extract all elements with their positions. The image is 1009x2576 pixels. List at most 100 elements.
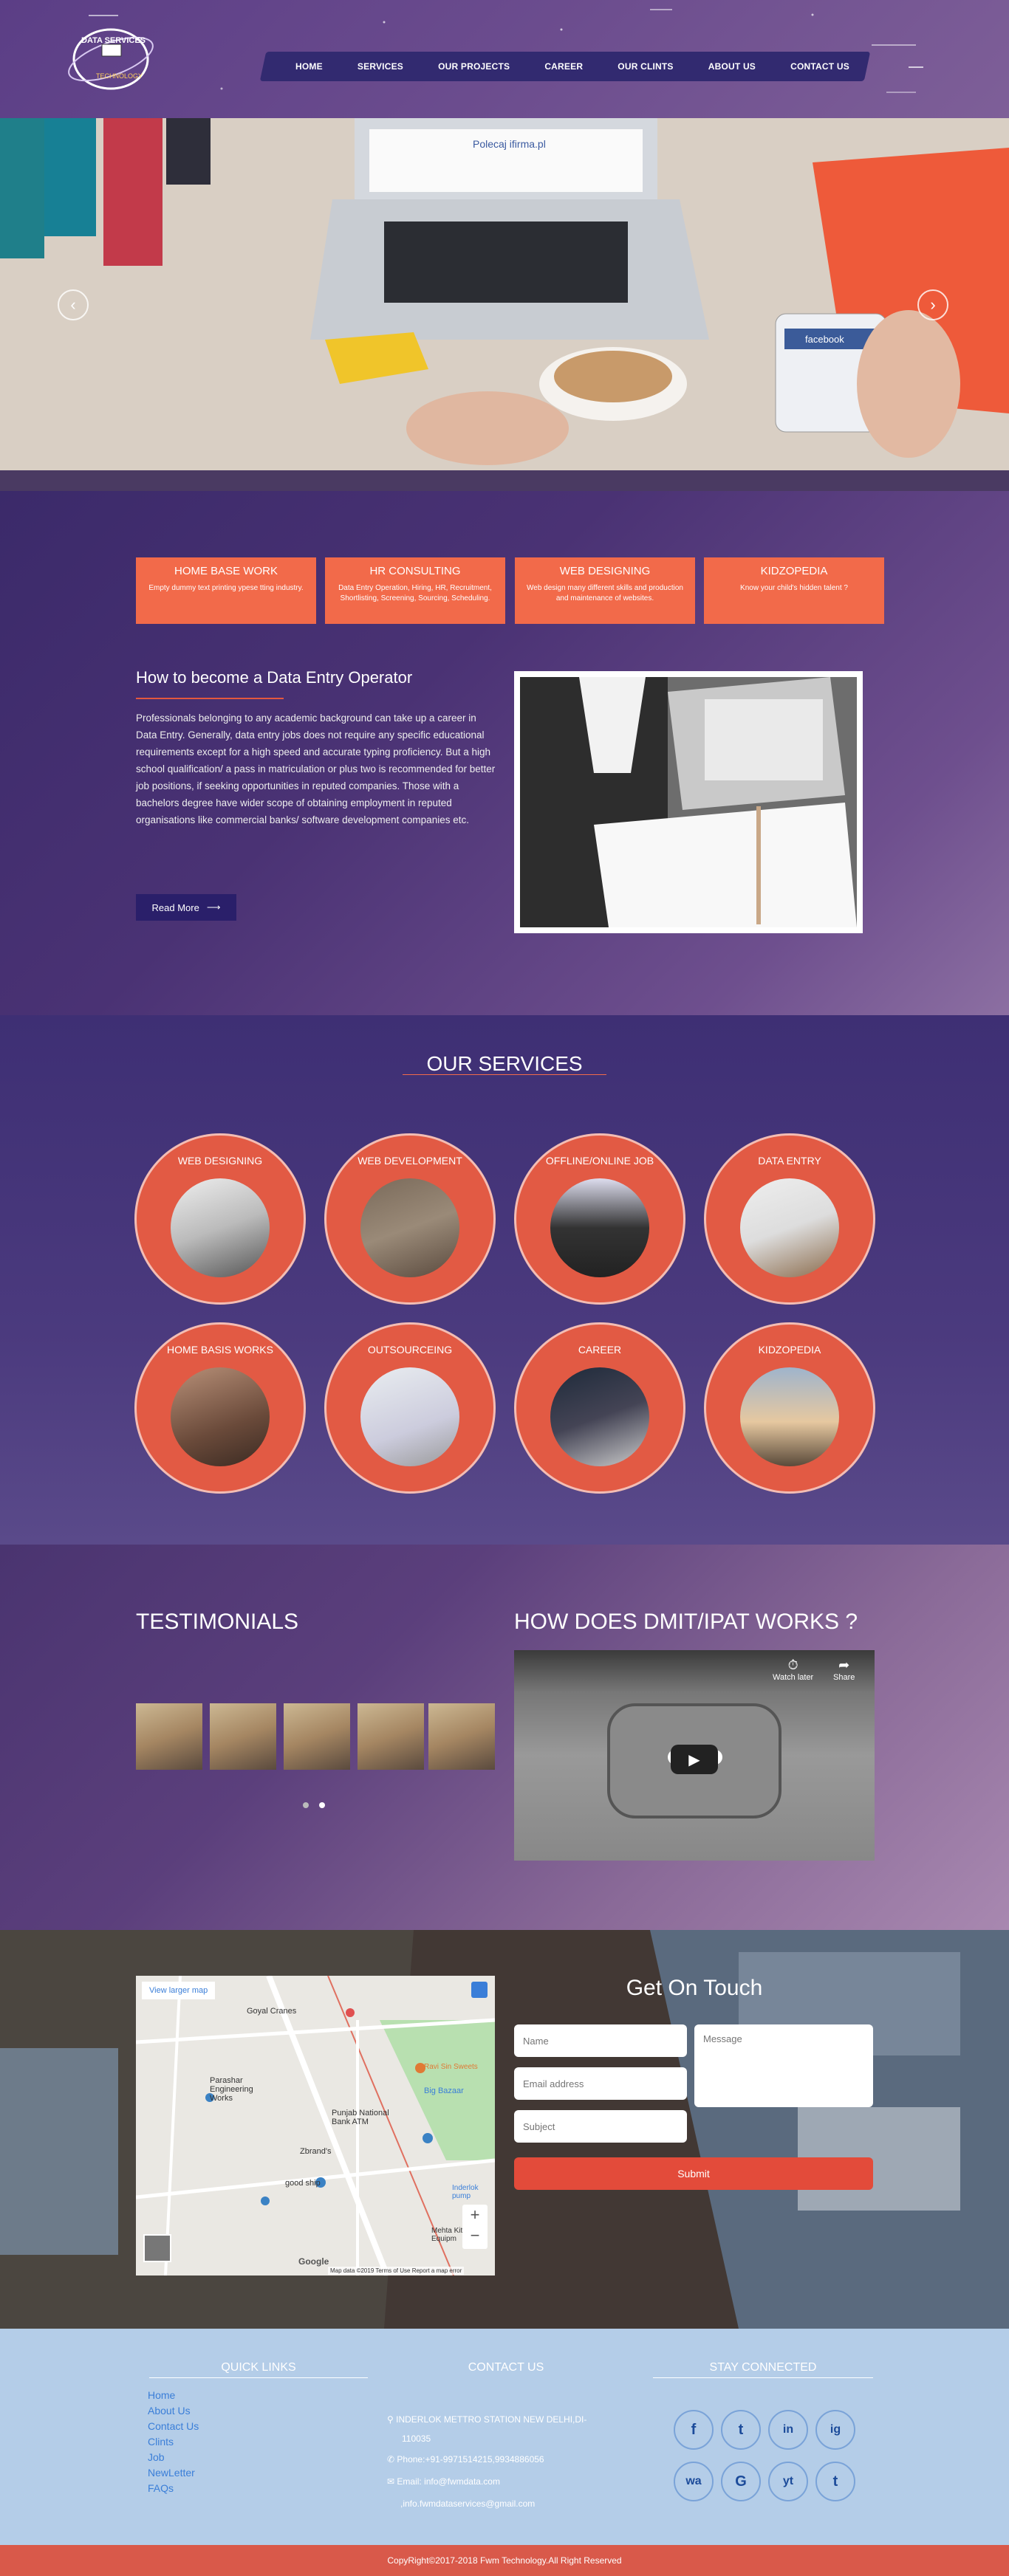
feature-card-hr-consulting[interactable]: HR CONSULTING Data Entry Operation, Hiri… [325, 557, 505, 624]
google-logo: Google [298, 2256, 329, 2267]
footer-link-home[interactable]: Home [148, 2388, 199, 2403]
whatsapp-icon[interactable]: wa [674, 2462, 714, 2501]
nav-about-us[interactable]: ABOUT US [708, 61, 756, 72]
hero-bottom-band [0, 470, 1009, 491]
service-image [171, 1178, 270, 1277]
nav-contact-us[interactable]: CONTACT US [790, 61, 849, 72]
view-larger-map-link[interactable]: View larger map [142, 1982, 216, 1999]
hero-prev-button[interactable]: ‹ [58, 289, 89, 320]
name-input[interactable] [514, 2024, 687, 2057]
service-kidzopedia[interactable]: KIDZOPEDIA [704, 1322, 875, 1494]
footer-email-2[interactable]: ,info.fwmdataservices@gmail.com [387, 2493, 586, 2515]
linkedin-icon[interactable]: in [768, 2410, 808, 2450]
nav-services[interactable]: SERVICES [358, 61, 403, 72]
footer-link-faqs[interactable]: FAQs [148, 2481, 199, 2496]
main-nav: HOME SERVICES OUR PROJECTS CAREER OUR CL… [281, 52, 864, 81]
footer-phone: Phone:+91-9971514215,9934886056 [397, 2454, 544, 2465]
testimonial-thumbnail[interactable] [136, 1703, 202, 1770]
quick-links-list: Home About Us Contact Us Clints Job NewL… [148, 2388, 199, 2496]
testimonials-section: TESTIMONIALS HOW DOES DMIT/IPAT WORKS ? … [0, 1545, 1009, 1930]
video-player[interactable]: ▶ ⏱ Watch later ➦ Share [514, 1650, 875, 1861]
services-title-underline [403, 1074, 606, 1075]
site-logo[interactable]: DATA SERVICES TECHNOLOGY [65, 22, 161, 96]
feature-card-text: Web design many different skills and pro… [527, 584, 683, 602]
service-outsourceing[interactable]: OUTSOURCEING [324, 1322, 496, 1494]
service-label: DATA ENTRY [758, 1155, 821, 1167]
subject-input[interactable] [514, 2110, 687, 2143]
intro-section: HOME BASE WORK Empty dummy text printing… [0, 491, 1009, 1015]
read-more-button[interactable]: Read More ⟶ [136, 894, 236, 921]
intro-paragraph: Professionals belonging to any academic … [136, 712, 496, 825]
footer-link-clints[interactable]: Clints [148, 2434, 199, 2450]
instagram-icon[interactable]: ig [815, 2410, 855, 2450]
service-career[interactable]: CAREER [514, 1322, 685, 1494]
testimonial-thumbnail[interactable] [358, 1703, 424, 1770]
services-section: OUR SERVICES WEB DESIGNING WEB DEVELOPME… [0, 1015, 1009, 1545]
watch-later-button[interactable]: ⏱ Watch later [773, 1658, 813, 1682]
email-input[interactable] [514, 2067, 687, 2100]
map-label-zbrands: Zbrand's [300, 2147, 332, 2156]
footer-email-1[interactable]: Email: info@fwmdata.com [397, 2476, 500, 2487]
carousel-dot-active[interactable] [319, 1802, 325, 1808]
youtube-play-button[interactable]: ▶ [671, 1745, 718, 1774]
feature-card-home-base-work[interactable]: HOME BASE WORK Empty dummy text printing… [136, 557, 316, 624]
message-textarea[interactable] [694, 2024, 873, 2107]
google-map[interactable]: View larger map Goyal Cranes Parashar En… [136, 1976, 495, 2276]
service-web-development[interactable]: WEB DEVELOPMENT [324, 1133, 496, 1305]
feature-card-title: WEB DESIGNING [559, 565, 651, 577]
service-image [360, 1367, 459, 1466]
hero-next-button[interactable]: › [917, 289, 948, 320]
twitter-icon[interactable]: t [721, 2410, 761, 2450]
intro-title-underline [136, 698, 284, 699]
map-label-big-bazaar: Big Bazaar [424, 2086, 464, 2095]
service-web-designing[interactable]: WEB DESIGNING [134, 1133, 306, 1305]
map-satellite-toggle[interactable] [143, 2234, 171, 2262]
carousel-dot[interactable] [303, 1802, 309, 1808]
phone-icon: ✆ [387, 2454, 395, 2465]
zoom-in-button[interactable]: + [462, 2205, 488, 2225]
map-label-pnb: Punjab National Bank ATM [332, 2109, 389, 2126]
nav-our-clints[interactable]: OUR CLINTS [618, 61, 673, 72]
svg-text:Polecaj ifirma.pl: Polecaj ifirma.pl [473, 138, 546, 150]
feature-card-text: Know your child's hidden talent ? [740, 584, 848, 592]
tumblr-icon[interactable]: t [815, 2462, 855, 2501]
feature-card-kidzopedia[interactable]: KIDZOPEDIA Know your child's hidden tale… [704, 557, 884, 624]
footer-link-about-us[interactable]: About Us [148, 2403, 199, 2419]
share-button[interactable]: ➦ Share [833, 1658, 855, 1682]
testimonial-thumbnail[interactable] [210, 1703, 276, 1770]
submit-button[interactable]: Submit [514, 2157, 873, 2190]
map-label-goyal-cranes: Goyal Cranes [247, 2007, 297, 2016]
service-home-basis-works[interactable]: HOME BASIS WORKS [134, 1322, 306, 1494]
feature-card-title: HOME BASE WORK [174, 565, 278, 577]
footer-link-newletter[interactable]: NewLetter [148, 2465, 199, 2481]
testimonials-title: TESTIMONIALS [136, 1610, 299, 1634]
map-attribution: Map data ©2019 Terms of Use Report a map… [328, 2267, 465, 2275]
site-header: DATA SERVICES TECHNOLOGY HOME SERVICES O… [0, 0, 1009, 118]
google-plus-icon[interactable]: G [721, 2462, 761, 2501]
mail-icon: ✉ [387, 2476, 395, 2487]
copyright-bar: CopyRight©2017-2018 Fwm Technology.All R… [0, 2545, 1009, 2576]
service-offline-online-job[interactable]: OFFLINE/ONLINE JOB [514, 1133, 685, 1305]
service-label: OFFLINE/ONLINE JOB [545, 1155, 654, 1167]
stay-connected-title: STAY CONNECTED [653, 2361, 873, 2378]
site-footer: QUICK LINKS Home About Us Contact Us Cli… [0, 2329, 1009, 2545]
nav-home[interactable]: HOME [295, 61, 323, 72]
service-data-entry[interactable]: DATA ENTRY [704, 1133, 875, 1305]
testimonial-thumbnail[interactable] [284, 1703, 350, 1770]
youtube-icon[interactable]: yt [768, 2462, 808, 2501]
feature-card-web-designing[interactable]: WEB DESIGNING Web design many different … [515, 557, 695, 624]
zoom-out-button[interactable]: − [462, 2225, 488, 2246]
footer-link-contact-us[interactable]: Contact Us [148, 2419, 199, 2434]
feature-card-title: KIDZOPEDIA [760, 565, 828, 577]
location-icon: ⚲ [387, 2414, 394, 2425]
facebook-icon[interactable]: f [674, 2410, 714, 2450]
testimonial-thumbnail[interactable] [428, 1703, 495, 1770]
footer-contact-info: ⚲ INDERLOK METTRO STATION NEW DELHI,DI- … [387, 2410, 586, 2515]
service-label: OUTSOURCEING [367, 1344, 453, 1356]
footer-link-job[interactable]: Job [148, 2450, 199, 2465]
footer-address-line1: INDERLOK METTRO STATION NEW DELHI,DI- [396, 2414, 587, 2425]
svg-text:facebook: facebook [805, 334, 844, 345]
nav-our-projects[interactable]: OUR PROJECTS [438, 61, 510, 72]
nav-career[interactable]: CAREER [544, 61, 583, 72]
map-user-icon[interactable] [471, 1982, 488, 1998]
